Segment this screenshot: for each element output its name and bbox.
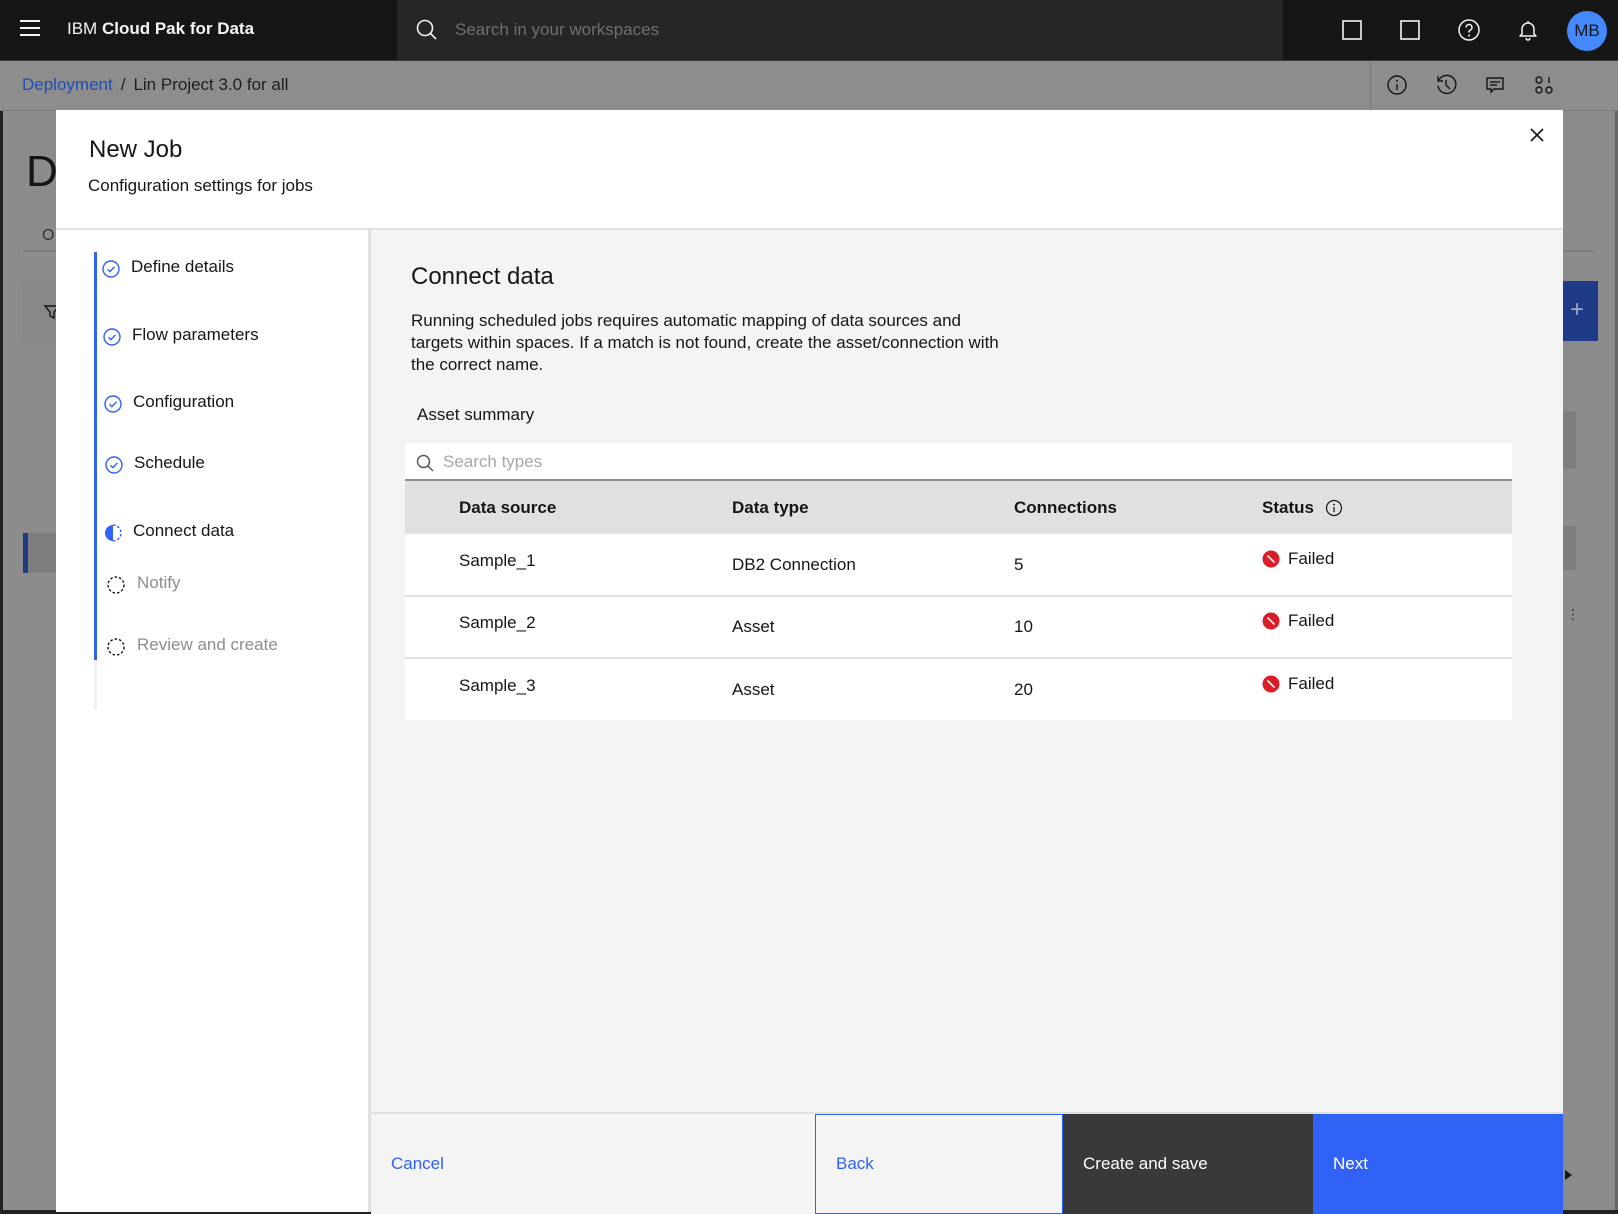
table-row[interactable]: Sample_3 Asset 20 Failed — [405, 657, 1512, 720]
info-icon[interactable] — [1386, 74, 1408, 96]
breadcrumb-current: Lin Project 3.0 for all — [133, 75, 289, 94]
comment-icon[interactable] — [1484, 74, 1506, 96]
create-and-save-button[interactable]: Create and save — [1063, 1114, 1313, 1214]
breadcrumb-link-deployment[interactable]: Deployment — [22, 75, 113, 94]
search-icon — [416, 19, 437, 40]
info-icon[interactable] — [1325, 499, 1343, 517]
background-page-title: D — [26, 147, 58, 196]
data-type-cell: Asset — [732, 657, 1014, 720]
column-header-data-source[interactable]: Data source — [405, 481, 732, 534]
circle-dash-icon — [107, 576, 125, 594]
cancel-button[interactable]: Cancel — [371, 1114, 815, 1214]
data-type-cell: Asset — [732, 595, 1014, 658]
section-description: Running scheduled jobs requires automati… — [411, 311, 999, 374]
status-text: Failed — [1288, 548, 1335, 568]
close-icon[interactable] — [1525, 123, 1549, 147]
circle-dash-icon — [107, 638, 125, 656]
status-cell: Failed — [1262, 611, 1334, 631]
table-search — [405, 443, 1512, 481]
new-job-modal: New Job Configuration settings for jobs … — [56, 110, 1563, 1214]
progress-fill — [94, 252, 97, 660]
error-icon — [1262, 612, 1280, 630]
notification-icon[interactable] — [1516, 18, 1540, 42]
error-icon — [1262, 550, 1280, 567]
help-icon[interactable] — [1457, 18, 1481, 42]
connections-cell: 5 — [1014, 534, 1262, 596]
step-label: Notify — [137, 573, 181, 592]
checkmark-outline-icon — [102, 260, 120, 278]
step-label: Review and create — [137, 635, 278, 654]
step-label: Define details — [131, 257, 235, 276]
square-icon[interactable] — [1398, 18, 1422, 42]
frame-edge — [0, 0, 3, 1214]
progress-indicator: Define details Flow parameters Configura… — [56, 230, 371, 1212]
connections-cell: 10 — [1014, 595, 1262, 658]
step-label: Configuration — [133, 392, 235, 411]
overflow-menu-icon: ⋮ — [1566, 606, 1580, 622]
column-header-connections[interactable]: Connections — [1014, 481, 1262, 534]
step-label: Connect data — [133, 521, 235, 540]
modal-footer: Cancel Back Create and save Next — [371, 1112, 1563, 1214]
modal-title: New Job — [89, 136, 183, 163]
data-source-cell: Sample_2 — [459, 613, 536, 632]
connections-cell: 20 — [1014, 657, 1262, 720]
checkmark-outline-icon — [105, 456, 123, 474]
menu-icon[interactable] — [20, 20, 44, 40]
global-search-input[interactable] — [455, 14, 1235, 46]
column-header-status[interactable]: Status — [1262, 481, 1512, 534]
history-icon[interactable] — [1435, 74, 1457, 96]
project-tools — [1370, 61, 1560, 111]
status-cell: Failed — [1262, 549, 1334, 569]
table-header-row: Data source Data type Connections Status — [405, 481, 1512, 534]
table-row[interactable]: Sample_1 DB2 Connection 5 Failed — [405, 534, 1512, 596]
error-icon — [1262, 675, 1280, 692]
column-header-data-type[interactable]: Data type — [732, 481, 1014, 534]
search-icon — [416, 454, 434, 472]
checkmark-outline-icon — [103, 328, 121, 346]
data-source-cell: Sample_1 — [459, 550, 536, 570]
status-cell: Failed — [1262, 674, 1334, 694]
breadcrumb: Deployment / Lin Project 3.0 for all — [22, 75, 288, 95]
data-source-cell: Sample_3 — [459, 675, 536, 695]
checkmark-outline-icon — [104, 395, 122, 413]
background-tab: O — [42, 227, 55, 244]
table-row[interactable]: Sample_2 Asset 10 Failed — [405, 595, 1512, 658]
brand-name: Cloud Pak for Data — [101, 19, 255, 38]
section-title: Connect data — [411, 263, 554, 290]
caret-right-icon — [1565, 1170, 1572, 1180]
back-button[interactable]: Back — [815, 1114, 1063, 1214]
product-name[interactable]: IBM Cloud Pak for Data — [67, 19, 254, 39]
user-avatar[interactable]: MB — [1567, 11, 1607, 51]
status-header-label: Status — [1262, 497, 1314, 517]
step-label: Flow parameters — [132, 325, 259, 344]
incomplete-icon — [105, 524, 122, 542]
square-icon[interactable] — [1340, 18, 1364, 42]
breadcrumb-bar: Deployment / Lin Project 3.0 for all — [0, 61, 1618, 111]
asset-summary-table: Data source Data type Connections Status… — [405, 481, 1512, 720]
modal-subtitle: Configuration settings for jobs — [88, 176, 313, 195]
status-text: Failed — [1288, 611, 1335, 630]
global-search — [397, 0, 1283, 60]
next-button[interactable]: Next — [1313, 1114, 1563, 1214]
connect-data-panel: Connect data Running scheduled jobs requ… — [371, 230, 1563, 1112]
status-text: Failed — [1288, 673, 1335, 693]
breadcrumb-separator: / — [120, 75, 126, 94]
global-header: IBM Cloud Pak for Data MB — [0, 0, 1618, 61]
search-types-input[interactable] — [443, 447, 1493, 477]
step-label: Schedule — [134, 453, 205, 472]
modal-header: New Job Configuration settings for jobs — [56, 110, 1563, 230]
data-icon[interactable] — [1533, 74, 1555, 96]
data-type-cell: DB2 Connection — [732, 534, 1014, 596]
asset-summary-label: Asset summary — [417, 405, 535, 424]
brand-prefix: IBM — [67, 19, 98, 38]
